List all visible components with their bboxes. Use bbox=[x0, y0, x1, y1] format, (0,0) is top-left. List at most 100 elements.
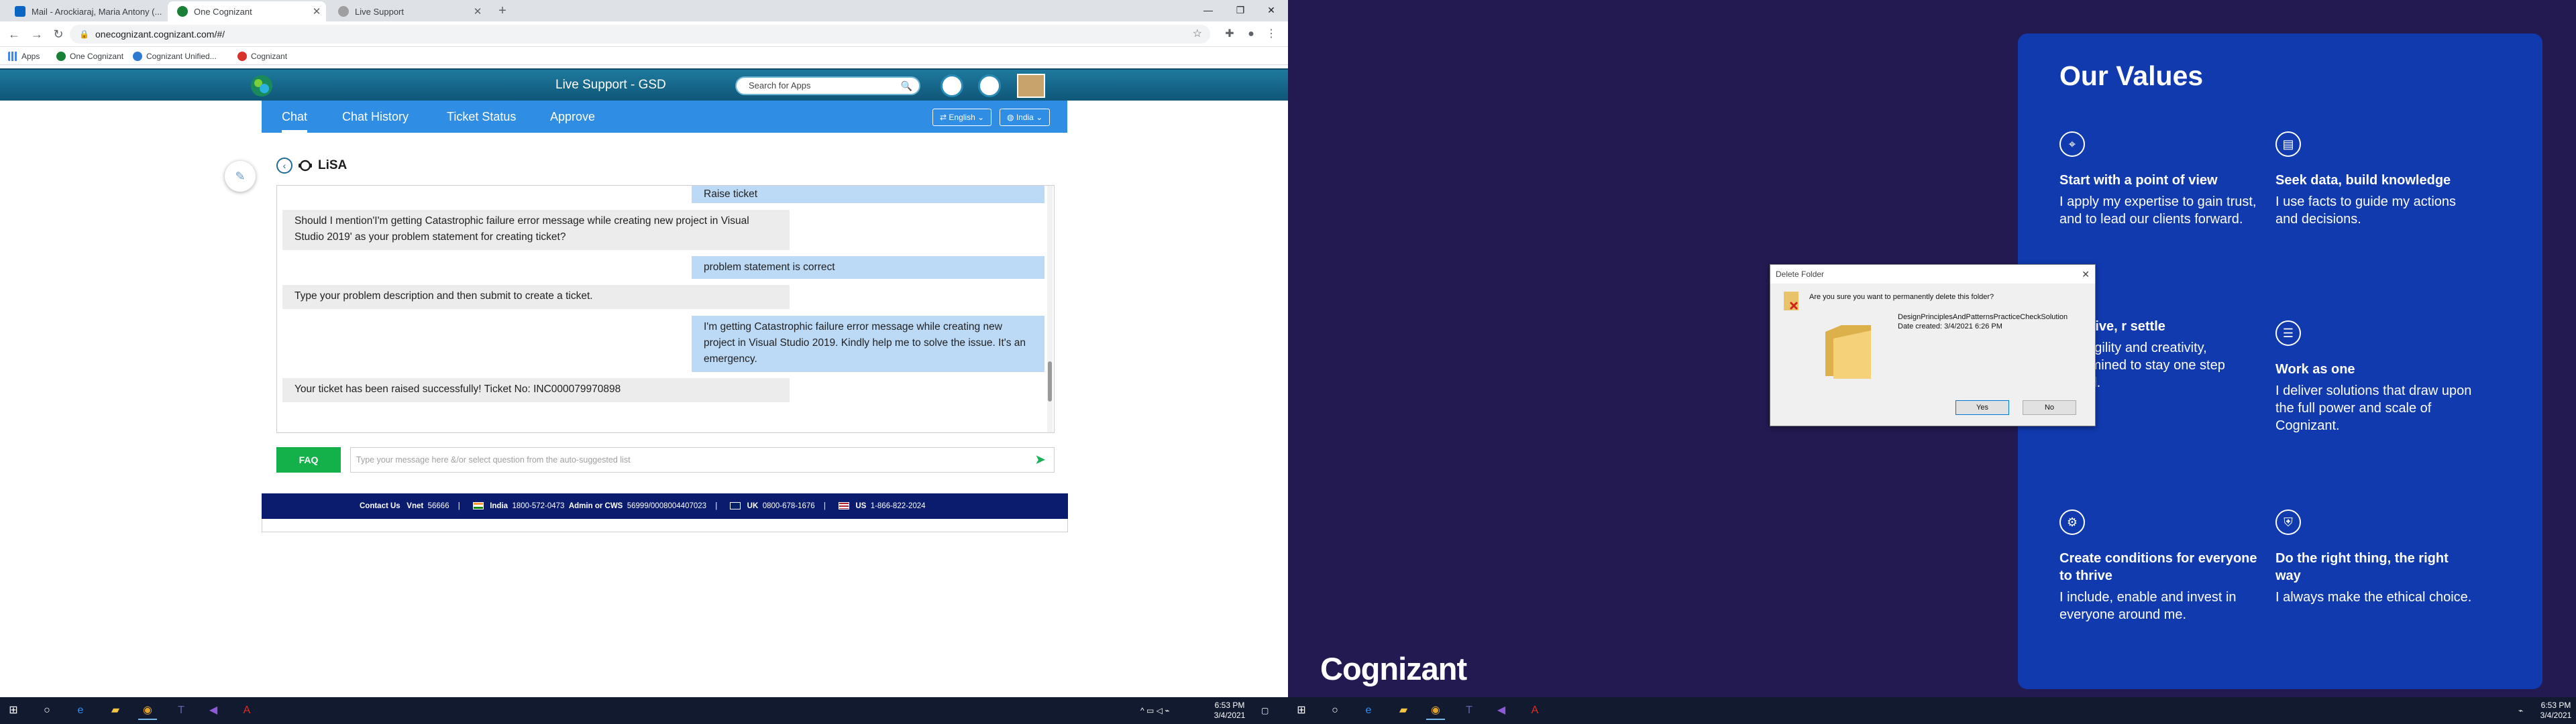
bookmark-apps[interactable]: Apps bbox=[8, 48, 40, 65]
search-icon[interactable]: ○ bbox=[1326, 701, 1344, 720]
contact-label: Contact Us bbox=[360, 502, 400, 510]
feedback-button[interactable]: ✎ bbox=[225, 161, 256, 192]
app-search-input[interactable]: Search for Apps 🔍 bbox=[735, 76, 920, 95]
globe-icon bbox=[338, 6, 349, 17]
data-icon: ▤ bbox=[2275, 131, 2301, 157]
start-windows-icon[interactable]: ⊞ bbox=[1292, 701, 1311, 720]
value-heading: Start with a point of view bbox=[2059, 173, 2218, 188]
chat-scrollbar[interactable] bbox=[1047, 186, 1053, 432]
chrome-icon[interactable]: ◉ bbox=[1426, 701, 1445, 720]
forward-arrow-icon[interactable]: → bbox=[28, 25, 46, 43]
chat-nav: Chat Chat History Ticket Status Approve … bbox=[262, 101, 1067, 133]
taskbar-secondary: ⊞ ○ e ▰ ◉ T ◀ A ⌁ 6:53 PM 3/4/2021 bbox=[1288, 697, 2576, 724]
no-button[interactable]: No bbox=[2023, 400, 2076, 415]
start-windows-icon[interactable]: ⊞ bbox=[4, 701, 23, 720]
reload-icon[interactable]: ↻ bbox=[50, 25, 67, 43]
close-icon[interactable]: ✕ bbox=[468, 5, 487, 17]
folder-date: Date created: 3/4/2021 6:26 PM bbox=[1898, 322, 2002, 330]
tab-ticket-status[interactable]: Ticket Status bbox=[447, 101, 516, 133]
yes-button[interactable]: Yes bbox=[1955, 400, 2009, 415]
tab-chat[interactable]: Chat bbox=[282, 101, 308, 133]
tab-one-cognizant[interactable]: One Cognizant ✕ bbox=[168, 1, 326, 21]
close-icon[interactable]: ✕ bbox=[307, 5, 326, 17]
back-icon[interactable]: ‹ bbox=[276, 158, 292, 174]
admin-label: Admin or CWS bbox=[568, 502, 623, 510]
bookmark-label: Cognizant bbox=[251, 52, 288, 61]
value-heading: Seek data, build knowledge bbox=[2275, 173, 2451, 188]
chat-transcript: Raise ticket Should I mention'I'm gettin… bbox=[276, 185, 1055, 433]
minimize-button[interactable]: — bbox=[1193, 0, 1224, 20]
user-message: problem statement is correct bbox=[692, 256, 1044, 279]
faq-button[interactable]: FAQ bbox=[276, 447, 341, 473]
edge-icon[interactable]: e bbox=[71, 701, 90, 720]
cognizant-red-icon bbox=[237, 52, 247, 61]
search-icon[interactable]: ○ bbox=[38, 701, 56, 720]
onecognizant-logo[interactable] bbox=[250, 74, 274, 98]
page-bottom-border bbox=[262, 519, 1068, 532]
new-tab-button[interactable]: + bbox=[494, 3, 511, 20]
chrome-icon[interactable]: ◉ bbox=[138, 701, 157, 720]
clock-date: 3/4/2021 bbox=[1214, 711, 1246, 720]
delete-folder-dialog: Delete Folder ✕ Are you sure you want to… bbox=[1770, 264, 2096, 426]
acrobat-icon[interactable]: A bbox=[1525, 701, 1544, 720]
tab-approve[interactable]: Approve bbox=[550, 101, 595, 133]
chat-bot-icon[interactable] bbox=[941, 74, 963, 97]
file-explorer-icon[interactable]: ▰ bbox=[106, 701, 125, 720]
visual-studio-icon[interactable]: ◀ bbox=[1492, 701, 1511, 720]
search-placeholder: Search for Apps bbox=[749, 80, 811, 90]
bookmark-one-cognizant[interactable]: One Cognizant bbox=[56, 48, 123, 65]
network-icon[interactable]: ⌁ bbox=[2518, 697, 2523, 724]
cognizant-logo: Cognizant bbox=[1320, 651, 1467, 686]
value-heading: Work as one bbox=[2275, 362, 2355, 377]
browser-toolbar: ← → ↻ 🔒 onecognizant.cognizant.com/#/ ☆ … bbox=[0, 21, 1288, 47]
clock[interactable]: 6:53 PM 3/4/2021 bbox=[1212, 701, 1248, 721]
system-tray-icons[interactable]: ^ ▭ ◁ ⌁ bbox=[1140, 697, 1169, 724]
chat-header: ‹ LiSA bbox=[276, 157, 347, 174]
search-icon[interactable]: 🔍 bbox=[901, 78, 912, 94]
tab-label: One Cognizant bbox=[194, 6, 252, 17]
menu-icon[interactable]: ⋮ bbox=[1264, 27, 1279, 42]
profile-icon[interactable]: ● bbox=[1244, 27, 1258, 42]
teams-icon[interactable]: T bbox=[1460, 701, 1479, 720]
file-explorer-icon[interactable]: ▰ bbox=[1394, 701, 1413, 720]
notifications-icon[interactable]: ▢ bbox=[1261, 697, 1269, 724]
scrollbar-thumb[interactable] bbox=[1048, 361, 1052, 402]
list-menu-icon[interactable] bbox=[978, 74, 1001, 97]
teams-icon[interactable]: T bbox=[172, 701, 191, 720]
value-item: ☰ Work as one I deliver solutions that d… bbox=[2275, 320, 2477, 434]
tab-live-support[interactable]: Live Support ✕ bbox=[329, 1, 487, 21]
edge-icon[interactable]: e bbox=[1359, 701, 1378, 720]
restore-button[interactable]: ❐ bbox=[1225, 0, 1256, 20]
extensions-icon[interactable]: ✚ bbox=[1222, 27, 1237, 42]
contact-footer: Contact Us Vnet 56666 | India 1800-572-0… bbox=[262, 493, 1068, 519]
us-number: 1-866-822-2024 bbox=[870, 502, 926, 510]
message-input[interactable]: Type your message here &/or select quest… bbox=[350, 447, 1055, 473]
values-card: Our Values ⌖ Start with a point of view … bbox=[2018, 34, 2542, 689]
value-item: ⌖ Start with a point of view I apply my … bbox=[2059, 131, 2261, 228]
shield-icon: ⛨ bbox=[2275, 509, 2301, 535]
folder-icon bbox=[1825, 325, 1871, 379]
tab-chat-history[interactable]: Chat History bbox=[342, 101, 409, 133]
star-icon[interactable]: ☆ bbox=[1193, 25, 1202, 44]
close-icon[interactable]: ✕ bbox=[2082, 265, 2090, 284]
acrobat-icon[interactable]: A bbox=[237, 701, 256, 720]
browser-tab-strip: Mail - Arockiaraj, Maria Antony (... ✕ O… bbox=[0, 0, 1288, 21]
user-message: I'm getting Catastrophic failure error m… bbox=[692, 316, 1044, 372]
country-select[interactable]: ◍ India ⌄ bbox=[1000, 109, 1051, 126]
avatar[interactable] bbox=[1017, 74, 1045, 98]
back-arrow-icon[interactable]: ← bbox=[5, 25, 23, 43]
folder-name: DesignPrinciplesAndPatternsPracticeCheck… bbox=[1898, 313, 2068, 321]
address-bar[interactable]: 🔒 onecognizant.cognizant.com/#/ ☆ bbox=[70, 25, 1210, 44]
value-item: ⚙ Create conditions for everyone to thri… bbox=[2059, 509, 2261, 623]
send-icon[interactable]: ➤ bbox=[1034, 448, 1046, 472]
value-item: ⛨ Do the right thing, the right way I al… bbox=[2275, 509, 2477, 606]
window-close-button[interactable]: ✕ bbox=[1256, 0, 1287, 20]
taskbar: ⊞ ○ e ▰ ◉ T ◀ A ^ ▭ ◁ ⌁ 6:53 PM 3/4/2021… bbox=[0, 697, 1288, 724]
uk-flag-icon bbox=[730, 502, 741, 510]
bookmark-cognizant[interactable]: Cognizant bbox=[237, 48, 287, 65]
lock-icon: 🔒 bbox=[79, 29, 89, 39]
clock[interactable]: 6:53 PM 3/4/2021 bbox=[2537, 701, 2575, 721]
bookmark-cognizant-unified[interactable]: Cognizant Unified... bbox=[133, 48, 217, 65]
language-select[interactable]: ⇄ English ⌄ bbox=[932, 109, 992, 126]
visual-studio-icon[interactable]: ◀ bbox=[204, 701, 223, 720]
